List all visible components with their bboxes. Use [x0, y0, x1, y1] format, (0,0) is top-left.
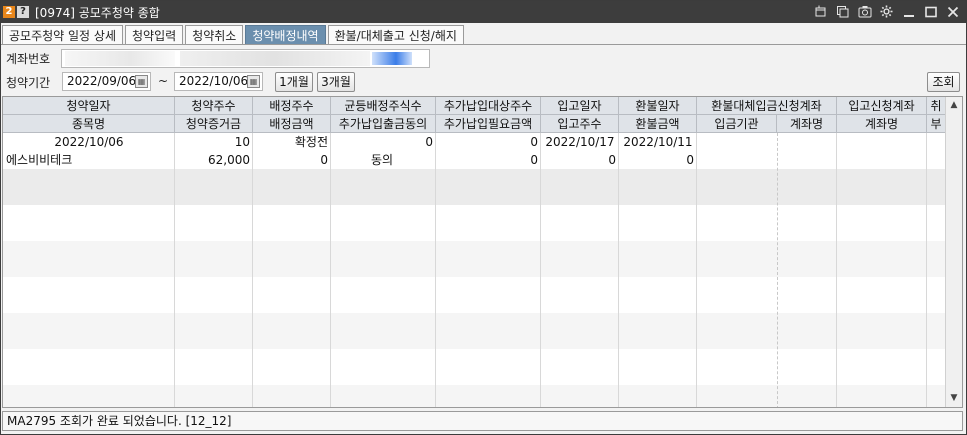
to-date-value: 2022/10/06 [179, 74, 249, 88]
col-divider [330, 133, 331, 407]
col-header-sub[interactable]: 부 [927, 115, 946, 133]
search-button[interactable]: 조회 [927, 72, 960, 92]
tab-subscription-input[interactable]: 청약입력 [125, 25, 184, 44]
status-bar: MA2795 조회가 완료 되었습니다. [12_12] [2, 411, 963, 431]
col-header-refund-amount[interactable]: 환불금액 [619, 115, 697, 133]
cell-refund-date: 2022/10/11 [623, 135, 693, 149]
col-divider [696, 133, 697, 407]
col-divider [252, 133, 253, 407]
scroll-up-icon[interactable]: ▲ [946, 97, 962, 113]
col-header-deposit-account[interactable]: 입고신청계좌 [837, 97, 927, 115]
tab-bar: 공모주청약 일정 상세 청약입력 청약취소 청약배정내역 환불/대체출고 신청/… [1, 25, 966, 45]
col-header-allocated-qty[interactable]: 배정주수 [253, 97, 331, 115]
from-date-value: 2022/09/06 [67, 74, 137, 88]
col-header-bank[interactable]: 입금기관 [697, 115, 777, 133]
close-icon[interactable] [945, 4, 960, 19]
account-name-masked [180, 51, 370, 66]
allocation-grid: 청약일자 청약주수 배정주수 균등배정주식수 추가납입대상주수 입고일자 환불일… [2, 96, 963, 408]
cell-deposit-date: 2022/10/17 [545, 135, 615, 149]
scroll-down-icon[interactable]: ▼ [946, 390, 962, 406]
tab-subscription-cancel[interactable]: 청약취소 [185, 25, 244, 44]
window-icon[interactable] [813, 4, 828, 19]
minimize-icon[interactable] [901, 4, 916, 19]
col-header-equal-allocation[interactable]: 균등배정주식수 [331, 97, 436, 115]
col-divider [174, 133, 175, 407]
col-header-subscription-qty[interactable]: 청약주수 [175, 97, 253, 115]
col-divider [540, 133, 541, 407]
window-controls [813, 4, 960, 19]
screen-number-badge[interactable]: 2 [3, 6, 15, 18]
cell-subscription-date: 2022/10/06 [54, 135, 124, 149]
settings-icon[interactable] [879, 4, 894, 19]
cell-extra-amount: 0 [530, 153, 538, 167]
maximize-icon[interactable] [923, 4, 938, 19]
grid-header: 청약일자 청약주수 배정주수 균등배정주식수 추가납입대상주수 입고일자 환불일… [3, 97, 946, 133]
col-header-deposit-amount[interactable]: 청약증거금 [175, 115, 253, 133]
cell-allocated-amount: 0 [320, 153, 328, 167]
col-header-refund-account-name[interactable]: 계좌명 [777, 115, 837, 133]
calendar-icon[interactable]: ▦ [247, 75, 260, 88]
to-date-input[interactable]: 2022/10/06 ▦ [174, 72, 263, 91]
account-highlight-masked [372, 52, 412, 65]
account-row: 계좌번호 [1, 47, 966, 69]
col-header-cancel[interactable]: 취 [927, 97, 946, 115]
account-label: 계좌번호 [6, 52, 51, 66]
window-title: [0974] 공모주청약 종합 [35, 5, 160, 20]
account-number-field[interactable] [61, 49, 430, 68]
period-row: 청약기간 2022/09/06 ▦ ~ 2022/10/06 ▦ 1개월 3개월… [1, 70, 966, 94]
cell-subscription-qty: 10 [234, 135, 250, 149]
grid-stripe [3, 169, 946, 205]
tab-allocation-history[interactable]: 청약배정내역 [245, 25, 326, 44]
app-window: 2 ? [0974] 공모주청약 종합 공모주청약 일정 상세 청약입력 청약취… [0, 0, 967, 435]
period-label: 청약기간 [6, 76, 51, 90]
copy-icon[interactable] [835, 4, 850, 19]
cell-deposit-amount: 62,000 [208, 153, 250, 167]
col-header-stock-name[interactable]: 종목명 [3, 115, 175, 133]
col-header-refund-account[interactable]: 환불대체입금신청계좌 [697, 97, 837, 115]
grid-stripe [3, 241, 946, 277]
tab-schedule-detail[interactable]: 공모주청약 일정 상세 [2, 25, 123, 44]
col-header-extra-payment-qty[interactable]: 추가납입대상주수 [436, 97, 541, 115]
cell-refund-amount: 0 [686, 153, 694, 167]
col-header-allocated-amount[interactable]: 배정금액 [253, 115, 331, 133]
account-number-masked [65, 51, 175, 66]
col-header-extra-consent[interactable]: 추가납입출금동의 [331, 115, 436, 133]
cell-allocated-qty: 확정전 [294, 135, 328, 149]
col-header-refund-date[interactable]: 환불일자 [619, 97, 697, 115]
col-divider [777, 133, 778, 407]
vertical-scrollbar[interactable]: ▲ ▼ [945, 97, 962, 407]
cell-extra-payment-qty: 0 [530, 135, 538, 149]
col-header-deposit-account-name[interactable]: 계좌명 [837, 115, 927, 133]
cell-stock-name: 에스비비테크 [6, 153, 73, 167]
help-icon[interactable]: ? [17, 6, 29, 18]
cell-deposit-qty: 0 [608, 153, 616, 167]
col-divider [435, 133, 436, 407]
grid-stripe [3, 313, 946, 349]
grid-stripe [3, 385, 946, 407]
one-month-button[interactable]: 1개월 [275, 72, 313, 92]
col-divider [618, 133, 619, 407]
col-header-subscription-date[interactable]: 청약일자 [3, 97, 175, 115]
title-bar: 2 ? [0974] 공모주청약 종합 [1, 1, 966, 23]
camera-icon[interactable] [857, 4, 872, 19]
date-separator: ~ [158, 74, 169, 88]
col-header-extra-amount[interactable]: 추가납입필요금액 [436, 115, 541, 133]
tab-refund-transfer[interactable]: 환불/대체출고 신청/해지 [327, 25, 464, 44]
three-month-button[interactable]: 3개월 [317, 72, 355, 92]
cell-equal-allocation: 0 [425, 135, 433, 149]
cell-extra-consent: 동의 [371, 153, 394, 167]
col-header-deposit-qty[interactable]: 입고주수 [541, 115, 619, 133]
col-divider [836, 133, 837, 407]
calendar-icon[interactable]: ▦ [135, 75, 148, 88]
col-header-deposit-date[interactable]: 입고일자 [541, 97, 619, 115]
from-date-input[interactable]: 2022/09/06 ▦ [62, 72, 151, 91]
col-divider [926, 133, 927, 407]
